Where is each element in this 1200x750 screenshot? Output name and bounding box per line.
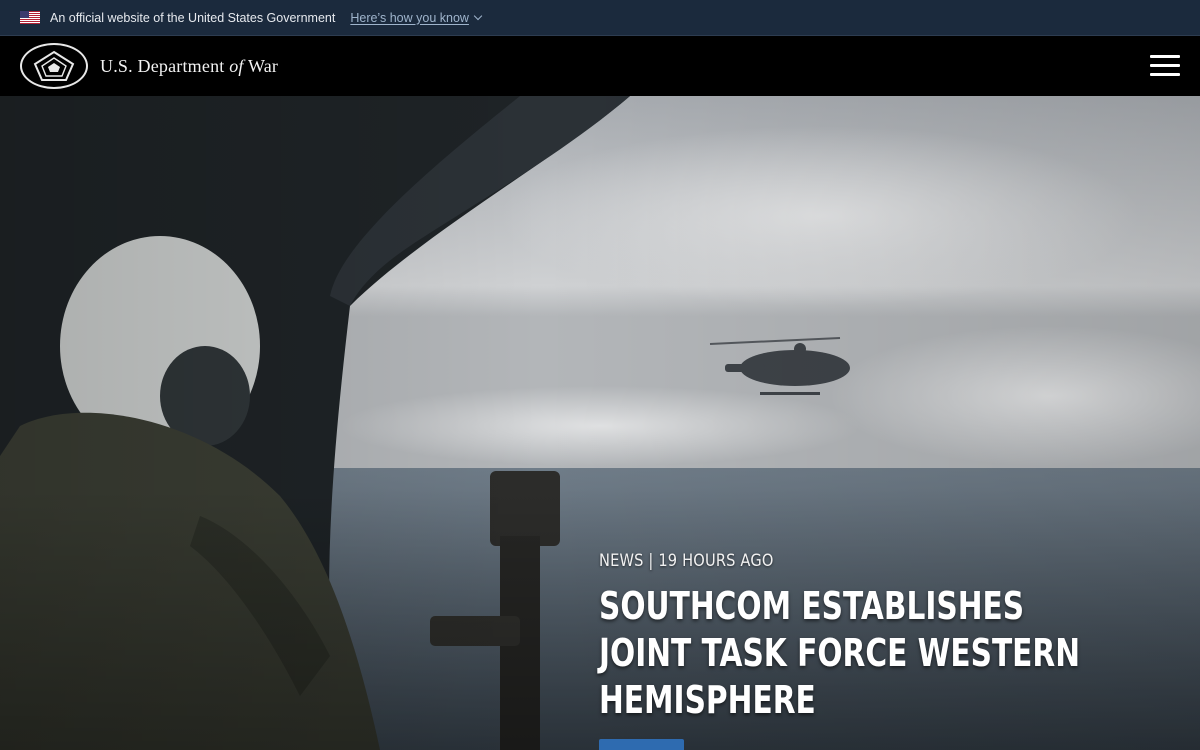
story-kicker: NEWS | 19 HOURS AGO [599,551,774,571]
read-more-button[interactable] [599,739,684,750]
hamburger-menu-icon[interactable] [1150,55,1180,77]
brand-suffix: War [247,55,279,76]
brand-prefix: U.S. Department [100,55,225,76]
site-header: U.S. Department of War [0,36,1200,96]
story-headline[interactable]: SOUTHCOM ESTABLISHES JOINT TASK FORCE WE… [599,583,1098,724]
hero-story: NEWS | 19 HOURS AGO SOUTHCOM ESTABLISHES… [599,551,1159,750]
official-website-text: An official website of the United States… [50,10,336,25]
us-flag-icon [20,11,40,24]
site-brand-title[interactable]: U.S. Department of War [100,56,278,77]
gov-banner: An official website of the United States… [0,0,1200,36]
pentagon-seal-logo[interactable] [20,43,88,89]
brand-of: of [229,55,244,76]
how-you-know-label: Here’s how you know [350,10,469,25]
pentagon-icon [33,50,75,81]
chevron-down-icon [473,11,483,21]
how-you-know-link[interactable]: Here’s how you know [350,10,483,25]
hero-banner[interactable]: NEWS | 19 HOURS AGO SOUTHCOM ESTABLISHES… [0,96,1200,750]
